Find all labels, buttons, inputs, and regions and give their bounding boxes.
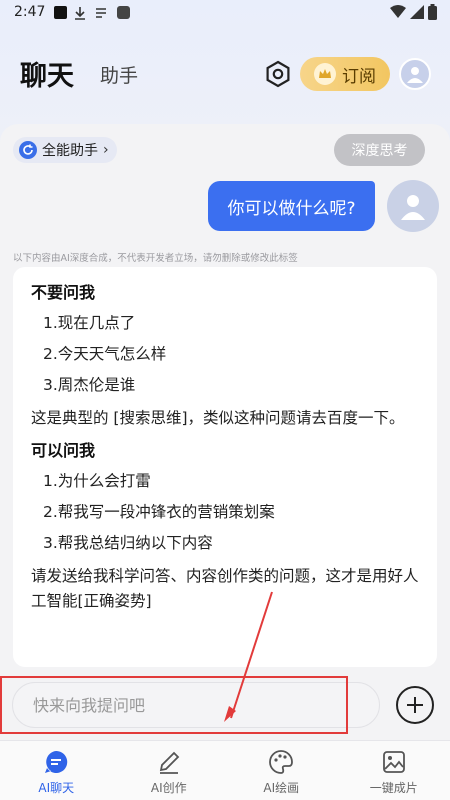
nav-ai-create[interactable]: AI创作 xyxy=(113,741,226,800)
settings-icon[interactable] xyxy=(262,58,294,90)
text-icon xyxy=(96,8,106,18)
status-time: 2:47 xyxy=(14,4,46,20)
subscribe-button[interactable]: 订阅 xyxy=(300,57,390,91)
crown-icon xyxy=(314,63,336,85)
subscribe-label: 订阅 xyxy=(342,66,376,87)
list-item: 2.帮我写一段冲锋衣的营销策划案 xyxy=(43,503,275,521)
status-bar: 2:47 xyxy=(0,0,450,26)
section-title: 不要问我 xyxy=(31,283,96,302)
nav-label: 一键成片 xyxy=(369,781,418,795)
list-item: 1.现在几点了 xyxy=(43,314,136,332)
tab-chat[interactable]: 聊天 xyxy=(20,54,74,93)
user-icon xyxy=(407,67,423,83)
list-item: 3.帮我总结归纳以下内容 xyxy=(43,534,213,552)
plus-icon xyxy=(407,697,423,713)
nav-label: AI聊天 xyxy=(38,781,75,795)
assistant-selector[interactable]: 全能助手 › xyxy=(13,137,117,163)
refresh-icon xyxy=(19,141,37,159)
list-item: 1.为什么会打雷 xyxy=(43,472,151,490)
user-avatar xyxy=(387,180,439,232)
palette-icon xyxy=(269,750,294,774)
nav-ai-chat[interactable]: AI聊天 xyxy=(0,741,113,800)
section-title: 可以问我 xyxy=(31,441,96,460)
answer-paragraph: 请发送给我科学问答、内容创作类的问题，这才是用好人工智能[正确姿势] xyxy=(31,567,419,610)
add-button[interactable] xyxy=(396,686,434,724)
answer-paragraph: 这是典型的 [搜索思维]，类似这种问题请去百度一下。 xyxy=(31,409,405,427)
image-icon xyxy=(382,751,405,773)
ai-disclaimer: 以下内容由AI深度合成，不代表开发者立场，请勿删除或修改此标签 xyxy=(13,253,298,264)
battery-icon xyxy=(428,4,437,20)
profile-avatar[interactable] xyxy=(399,58,431,90)
question-input-container[interactable] xyxy=(12,682,380,728)
user-icon xyxy=(401,195,425,220)
notification-icon xyxy=(54,6,67,19)
nav-label: AI绘画 xyxy=(263,781,300,795)
question-input[interactable] xyxy=(33,695,379,715)
user-message-bubble: 你可以做什么呢? xyxy=(208,181,375,231)
bottom-nav: AI聊天 AI创作 AI绘画 一键成片 xyxy=(0,740,450,800)
chevron-right-icon: › xyxy=(103,142,109,158)
nav-ai-paint[interactable]: AI绘画 xyxy=(225,741,338,800)
signal-icon xyxy=(410,5,424,19)
wifi-icon xyxy=(390,5,406,18)
download-icon xyxy=(75,7,85,20)
header: 聊天 助手 订阅 xyxy=(0,44,450,104)
pen-icon xyxy=(159,751,180,774)
chat-icon xyxy=(45,750,68,773)
list-item: 2.今天天气怎么样 xyxy=(43,345,167,363)
tab-assistant[interactable]: 助手 xyxy=(100,61,138,88)
nav-label: AI创作 xyxy=(150,781,187,795)
nav-one-click-video[interactable]: 一键成片 xyxy=(338,741,450,800)
chat-panel: 全能助手 › 深度思考 你可以做什么呢? 以下内容由AI深度合成，不代表开发者立… xyxy=(0,124,450,740)
app-icon xyxy=(117,6,130,19)
list-item: 3.周杰伦是谁 xyxy=(43,376,136,394)
assistant-chip-label: 全能助手 xyxy=(42,143,98,159)
answer-card: 不要问我 1.现在几点了 2.今天天气怎么样 3.周杰伦是谁 这是典型的 [搜索… xyxy=(13,267,437,667)
deep-think-button[interactable]: 深度思考 xyxy=(334,134,425,166)
